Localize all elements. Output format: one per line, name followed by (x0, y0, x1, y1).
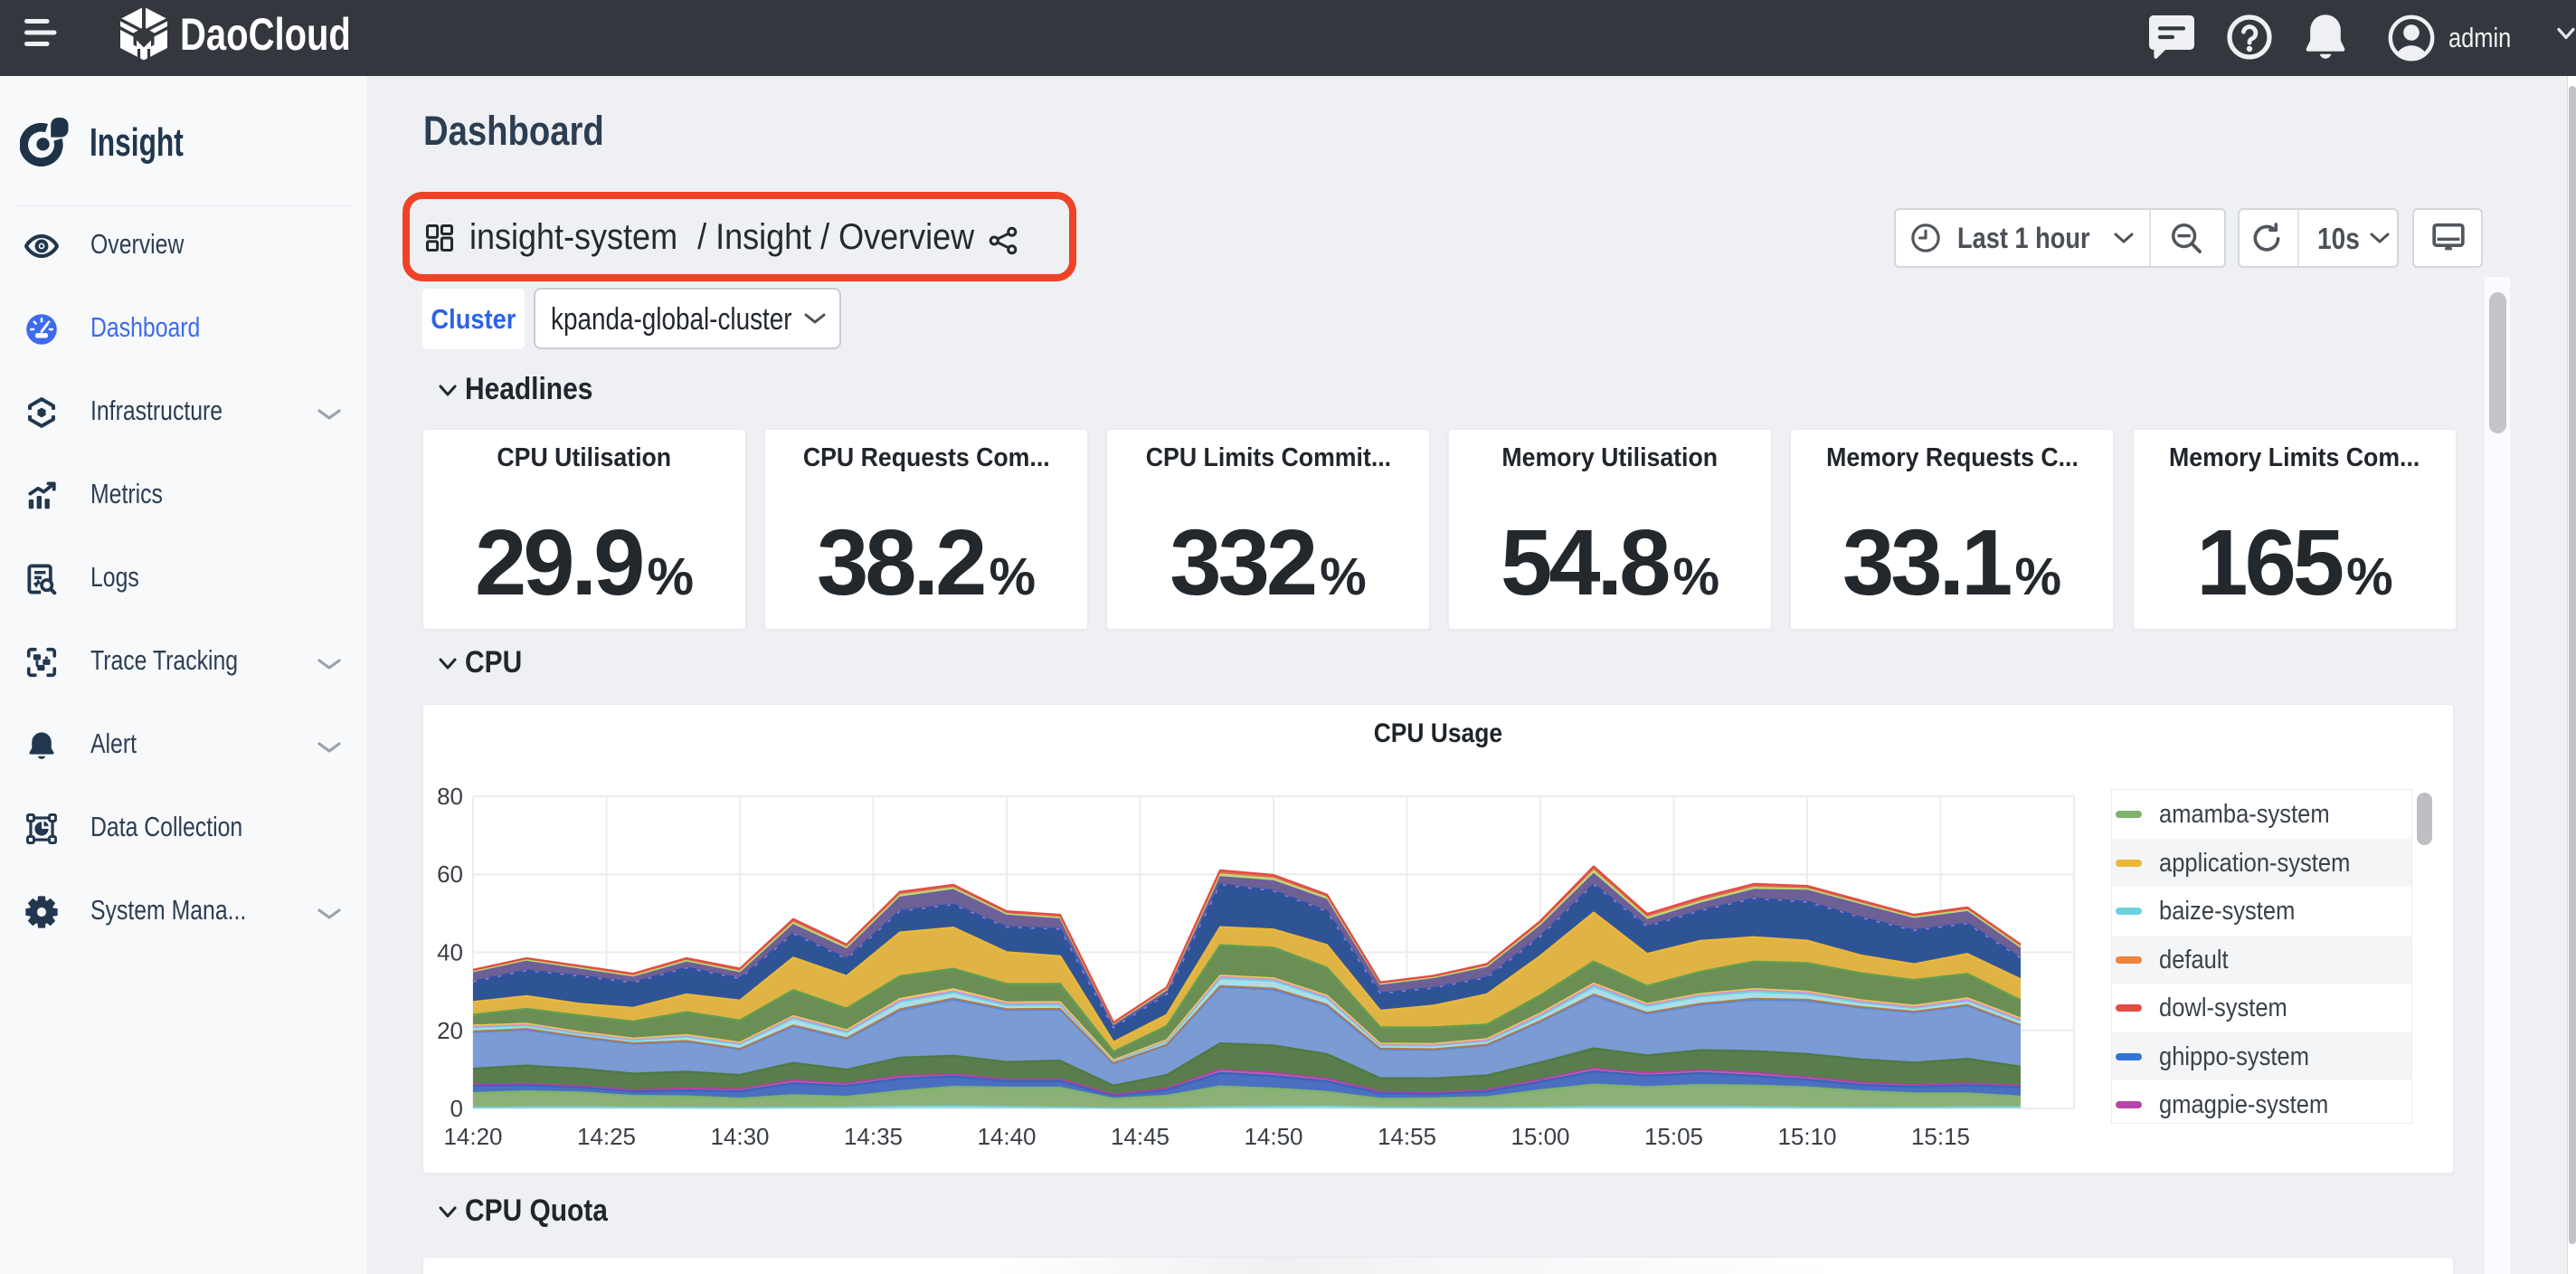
svg-text:14:55: 14:55 (1378, 1123, 1436, 1150)
svg-text:14:20: 14:20 (443, 1123, 502, 1150)
svg-text:15:15: 15:15 (1911, 1123, 1970, 1150)
svg-text:40: 40 (437, 939, 463, 966)
svg-text:14:35: 14:35 (844, 1123, 903, 1150)
svg-text:14:25: 14:25 (577, 1123, 636, 1150)
svg-text:0: 0 (450, 1095, 463, 1122)
svg-text:60: 60 (437, 860, 463, 888)
svg-text:15:00: 15:00 (1511, 1123, 1569, 1150)
svg-text:15:05: 15:05 (1644, 1123, 1703, 1150)
svg-text:14:40: 14:40 (977, 1123, 1036, 1150)
svg-text:14:30: 14:30 (710, 1123, 769, 1150)
svg-text:15:10: 15:10 (1777, 1123, 1836, 1150)
svg-text:14:45: 14:45 (1111, 1123, 1170, 1150)
svg-text:14:50: 14:50 (1244, 1123, 1302, 1150)
svg-text:80: 80 (437, 783, 463, 810)
svg-text:20: 20 (437, 1017, 463, 1044)
